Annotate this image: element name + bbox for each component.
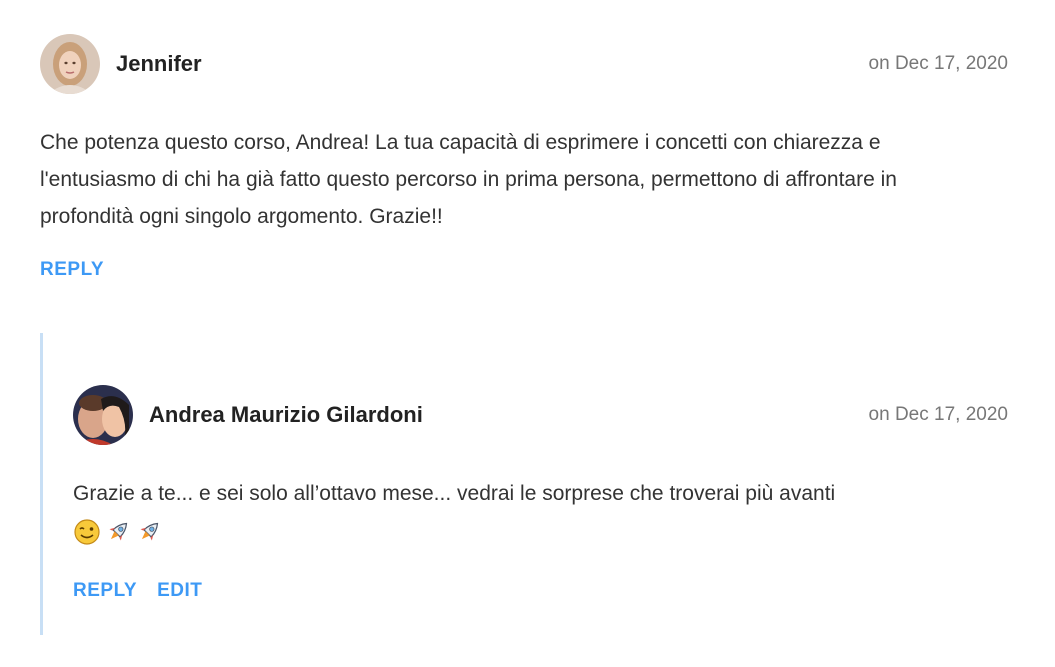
author-name: Andrea Maurizio Gilardoni xyxy=(149,402,423,427)
comment-date: on Dec 17, 2020 xyxy=(868,404,1008,425)
emoji-row xyxy=(73,518,1008,546)
winking-face-icon xyxy=(73,518,101,546)
comment-date: on Dec 17, 2020 xyxy=(868,53,1008,74)
comment-header: Andrea Maurizio Gilardoni on Dec 17, 202… xyxy=(73,385,1008,445)
comment-actions: REPLY xyxy=(40,259,1008,281)
comment: Jennifer on Dec 17, 2020 Che potenza que… xyxy=(40,34,1008,281)
comment-text: Che potenza questo corso, Andrea! La tua… xyxy=(40,131,897,228)
reply-thread-line xyxy=(40,333,43,635)
edit-button[interactable]: EDIT xyxy=(157,580,202,602)
comment-actions: REPLY EDIT xyxy=(73,580,1008,602)
comment-header: Jennifer on Dec 17, 2020 xyxy=(40,34,1008,94)
reply-comment: Andrea Maurizio Gilardoni on Dec 17, 202… xyxy=(73,385,1008,602)
avatar[interactable] xyxy=(40,34,100,94)
avatar[interactable] xyxy=(73,385,133,445)
rocket-icon xyxy=(135,518,163,546)
reply-button[interactable]: REPLY xyxy=(40,259,104,281)
rocket-icon xyxy=(104,518,132,546)
author-name: Jennifer xyxy=(116,51,202,76)
comment-text: Grazie a te... e sei solo all’ottavo mes… xyxy=(73,482,836,505)
reply-button[interactable]: REPLY xyxy=(73,580,137,602)
